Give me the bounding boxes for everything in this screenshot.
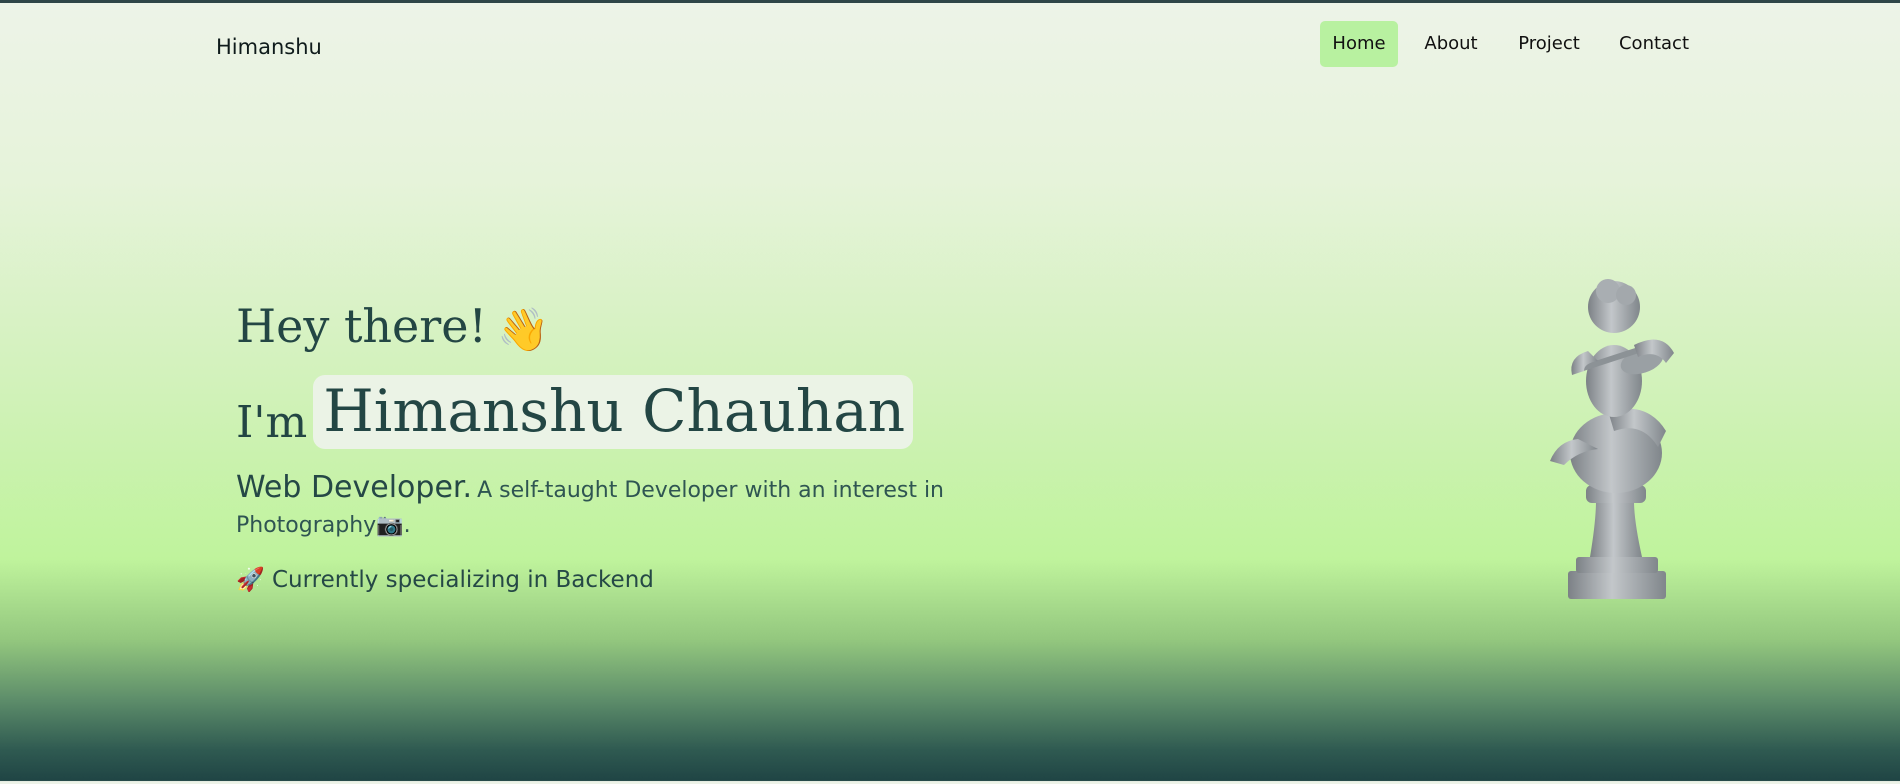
nav-project[interactable]: Project bbox=[1508, 21, 1590, 67]
greeting-text: Hey there! bbox=[236, 299, 487, 353]
hero-section: Hey there! 👋 I'm Himanshu Chauhan Web Deve… bbox=[236, 3, 996, 784]
specialty-text: Currently specializing in Backend bbox=[271, 567, 654, 593]
rocket-icon: 🚀 bbox=[236, 567, 265, 593]
role-paragraph: Web Developer. A self-taught Developer w… bbox=[236, 471, 976, 544]
intro-prefix: I'm bbox=[236, 397, 308, 448]
waving-hand-icon: 👋 bbox=[496, 305, 550, 354]
name-highlight: Himanshu Chauhan bbox=[313, 375, 914, 449]
nav-contact[interactable]: Contact bbox=[1612, 21, 1696, 67]
nav-about[interactable]: About bbox=[1414, 21, 1488, 67]
name-heading: I'm Himanshu Chauhan bbox=[236, 375, 914, 449]
nav-home[interactable]: Home bbox=[1320, 21, 1398, 67]
role-period: . bbox=[403, 513, 411, 538]
cherub-statue-image bbox=[1550, 279, 1674, 599]
greeting-heading: Hey there! 👋 bbox=[236, 299, 549, 355]
camera-icon: 📷 bbox=[376, 513, 404, 538]
role-title: Web Developer. bbox=[236, 470, 473, 505]
specialty-line: 🚀 Currently specializing in Backend bbox=[236, 566, 654, 593]
